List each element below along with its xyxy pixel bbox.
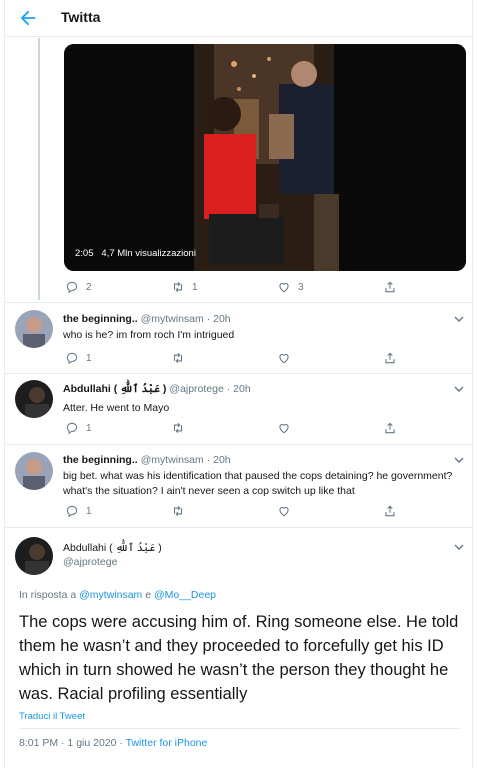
main-tweet-text: The cops were accusing him of. Ring some… — [19, 613, 459, 703]
like-button[interactable] — [277, 421, 383, 435]
reply-icon — [66, 505, 78, 518]
author-line: the beginning.. @mytwinsam · 20h — [63, 313, 231, 325]
retweet-icon — [173, 352, 183, 364]
author-name[interactable]: Abdullahi ( عَبْدُ ٱللَّٰهِ ) — [63, 383, 166, 395]
tweet-time[interactable]: · 20h — [207, 454, 231, 466]
share-icon — [385, 352, 395, 364]
share-button[interactable] — [383, 504, 397, 518]
share-icon — [385, 505, 395, 517]
avatar[interactable] — [15, 310, 53, 348]
reply-button[interactable]: 2 — [65, 280, 171, 294]
thread-line — [38, 38, 40, 300]
heart-icon — [279, 424, 289, 434]
tweet-text: big bet. what was his identification tha… — [63, 470, 453, 497]
video-duration: 2:05 — [75, 248, 94, 259]
author-name[interactable]: Abdullahi ( عَبْدُ ٱللَّٰهِ ) — [63, 542, 162, 554]
chevron-down-icon[interactable] — [454, 384, 464, 394]
tweet-actions: 1 — [65, 351, 397, 365]
author-line: the beginning.. @mytwinsam · 20h — [63, 454, 231, 466]
reply-tweet[interactable]: the beginning.. @mytwinsam · 20h big bet… — [5, 445, 474, 527]
heart-icon — [279, 507, 289, 517]
like-button[interactable] — [277, 351, 383, 365]
tweet-actions: 2 1 3 — [65, 280, 397, 294]
tweet-actions: 1 — [65, 421, 397, 435]
reply-button[interactable]: 1 — [65, 421, 171, 435]
reply-tweet[interactable]: Abdullahi ( عَبْدُ ٱللَّٰهِ ) @ajprotege… — [5, 374, 474, 444]
retweet-button[interactable] — [171, 504, 277, 518]
chevron-down-icon[interactable] — [454, 542, 464, 552]
like-button[interactable]: 3 — [277, 280, 383, 294]
retweet-icon — [173, 281, 183, 293]
share-icon — [385, 281, 395, 293]
share-button[interactable] — [383, 280, 397, 294]
timestamp[interactable]: 8:01 PM · 1 giu 2020 · — [19, 737, 123, 749]
heart-icon — [279, 283, 289, 293]
client-link[interactable]: Twitter for iPhone — [126, 737, 208, 749]
retweet-icon — [173, 422, 183, 434]
author-handle[interactable]: @mytwinsam — [141, 313, 204, 325]
author-handle[interactable]: @mytwinsam — [141, 454, 204, 466]
heart-icon — [279, 354, 289, 364]
video-frame-image — [64, 44, 466, 271]
page-title: Twitta — [61, 9, 101, 25]
back-arrow-icon[interactable] — [17, 7, 39, 29]
author-name[interactable]: the beginning.. — [63, 313, 138, 325]
reply-button[interactable]: 1 — [65, 504, 171, 518]
mention-link[interactable]: @mytwinsam — [79, 589, 142, 601]
reply-context: In risposta a @mytwinsam e @Mo__Deep — [19, 589, 217, 601]
reply-icon — [66, 422, 78, 435]
video-player[interactable]: 2:05 4,7 Mln visualizzazioni — [64, 44, 466, 271]
author-handle[interactable]: @ajprotege — [63, 556, 117, 568]
reply-button[interactable]: 1 — [65, 351, 171, 365]
tweet-text: Atter. He went to Mayo — [63, 402, 170, 414]
author-handle[interactable]: @ajprotege — [169, 383, 223, 395]
tweet-thread-page: Twitta 2:05 4,7 Mln visualizzazioni 2 1 … — [4, 0, 474, 768]
tweet-text: who is he? im from roch I'm intrigued — [63, 329, 235, 341]
author-name[interactable]: the beginning.. — [63, 454, 138, 466]
retweet-button[interactable] — [171, 351, 277, 365]
main-tweet-header: Abdullahi ( عَبْدُ ٱللَّٰهِ ) @ajprotege — [5, 528, 474, 588]
avatar[interactable] — [15, 380, 53, 418]
chevron-down-icon[interactable] — [454, 455, 464, 465]
share-button[interactable] — [383, 351, 397, 365]
reply-icon — [66, 281, 78, 294]
chevron-down-icon[interactable] — [454, 314, 464, 324]
tweet-time[interactable]: · 20h — [207, 313, 231, 325]
retweet-icon — [173, 505, 183, 517]
retweet-button[interactable] — [171, 421, 277, 435]
video-info: 2:05 4,7 Mln visualizzazioni — [75, 248, 196, 259]
author-line: Abdullahi ( عَبْدُ ٱللَّٰهِ ) @ajprotege… — [63, 383, 251, 395]
avatar[interactable] — [15, 537, 53, 575]
reply-icon — [66, 352, 78, 365]
tweet-time[interactable]: · 20h — [227, 383, 251, 395]
avatar[interactable] — [15, 452, 53, 490]
translate-link[interactable]: Traduci il Tweet — [19, 711, 85, 722]
reply-tweet[interactable]: the beginning.. @mytwinsam · 20h who is … — [5, 303, 474, 373]
share-button[interactable] — [383, 421, 397, 435]
like-button[interactable] — [277, 504, 383, 518]
tweet-actions: 1 — [65, 504, 397, 518]
share-icon — [385, 422, 395, 434]
tweet-timestamp-line: 8:01 PM · 1 giu 2020 · Twitter for iPhon… — [19, 737, 207, 749]
divider — [19, 728, 460, 729]
top-bar: Twitta — [5, 0, 474, 37]
video-views: 4,7 Mln visualizzazioni — [101, 248, 196, 259]
retweet-button[interactable]: 1 — [171, 280, 277, 294]
mention-link[interactable]: @Mo__Deep — [154, 589, 216, 601]
